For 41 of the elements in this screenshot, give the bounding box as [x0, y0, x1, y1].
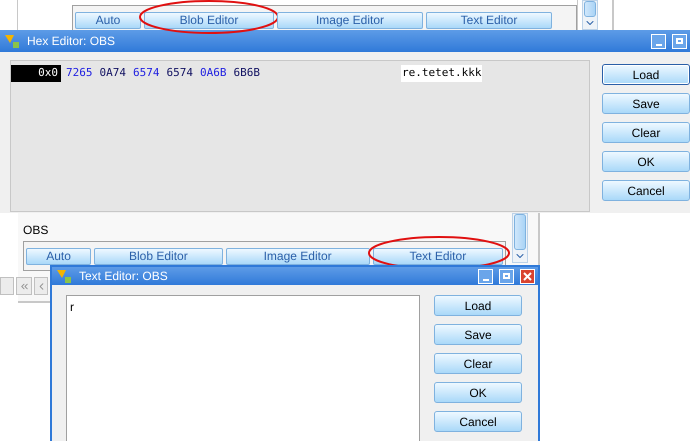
- minimize-button[interactable]: [651, 34, 666, 48]
- editor-button[interactable]: Image Editor: [226, 248, 370, 265]
- hex-word: 7265: [66, 65, 92, 81]
- minimize-button[interactable]: [478, 268, 493, 284]
- dialog-button[interactable]: Clear: [434, 353, 522, 374]
- dialog-button[interactable]: Load: [434, 295, 522, 316]
- hex-word: 0A6B: [200, 65, 226, 81]
- dialog-button[interactable]: Cancel: [602, 180, 690, 201]
- ascii-text: re.tetet.kkk: [401, 65, 482, 82]
- app-icon: [55, 268, 73, 284]
- scrollbar[interactable]: [582, 0, 598, 30]
- maximize-button[interactable]: [499, 268, 514, 284]
- app-icon: [3, 33, 21, 49]
- dialog-button[interactable]: Load: [602, 64, 690, 85]
- scrollbar[interactable]: [512, 213, 528, 263]
- dialog-button[interactable]: Cancel: [434, 411, 522, 432]
- dialog-button[interactable]: Save: [602, 93, 690, 114]
- editor-button[interactable]: Blob Editor: [94, 248, 223, 265]
- window-title: Hex Editor: OBS: [27, 33, 116, 50]
- panel-label: OBS: [23, 222, 50, 239]
- dialog-button[interactable]: Save: [434, 324, 522, 345]
- window-title: Text Editor: OBS: [79, 268, 169, 285]
- editor-button[interactable]: Image Editor: [277, 12, 423, 29]
- editor-button[interactable]: Text Editor: [372, 248, 504, 265]
- hex-word: 6B6B: [234, 65, 260, 81]
- dialog-button[interactable]: OK: [602, 151, 690, 172]
- editor-button[interactable]: Auto: [75, 12, 141, 29]
- hex-word: 6574: [166, 65, 193, 81]
- close-button[interactable]: [520, 268, 535, 284]
- nav-prev-button[interactable]: [34, 277, 48, 295]
- editor-button[interactable]: Text Editor: [426, 12, 552, 29]
- dialog-button[interactable]: Clear: [602, 122, 690, 143]
- text-area[interactable]: r: [66, 295, 420, 441]
- double-chevron-icon: [18, 280, 30, 292]
- editor-button[interactable]: Blob Editor: [144, 12, 274, 29]
- hex-word: 6574: [133, 65, 160, 81]
- hex-word: 0A74: [100, 65, 126, 81]
- editor-button[interactable]: Auto: [26, 248, 92, 265]
- maximize-button[interactable]: [672, 34, 687, 48]
- dialog-button[interactable]: OK: [434, 382, 522, 403]
- offset-label: 0x0: [11, 65, 61, 82]
